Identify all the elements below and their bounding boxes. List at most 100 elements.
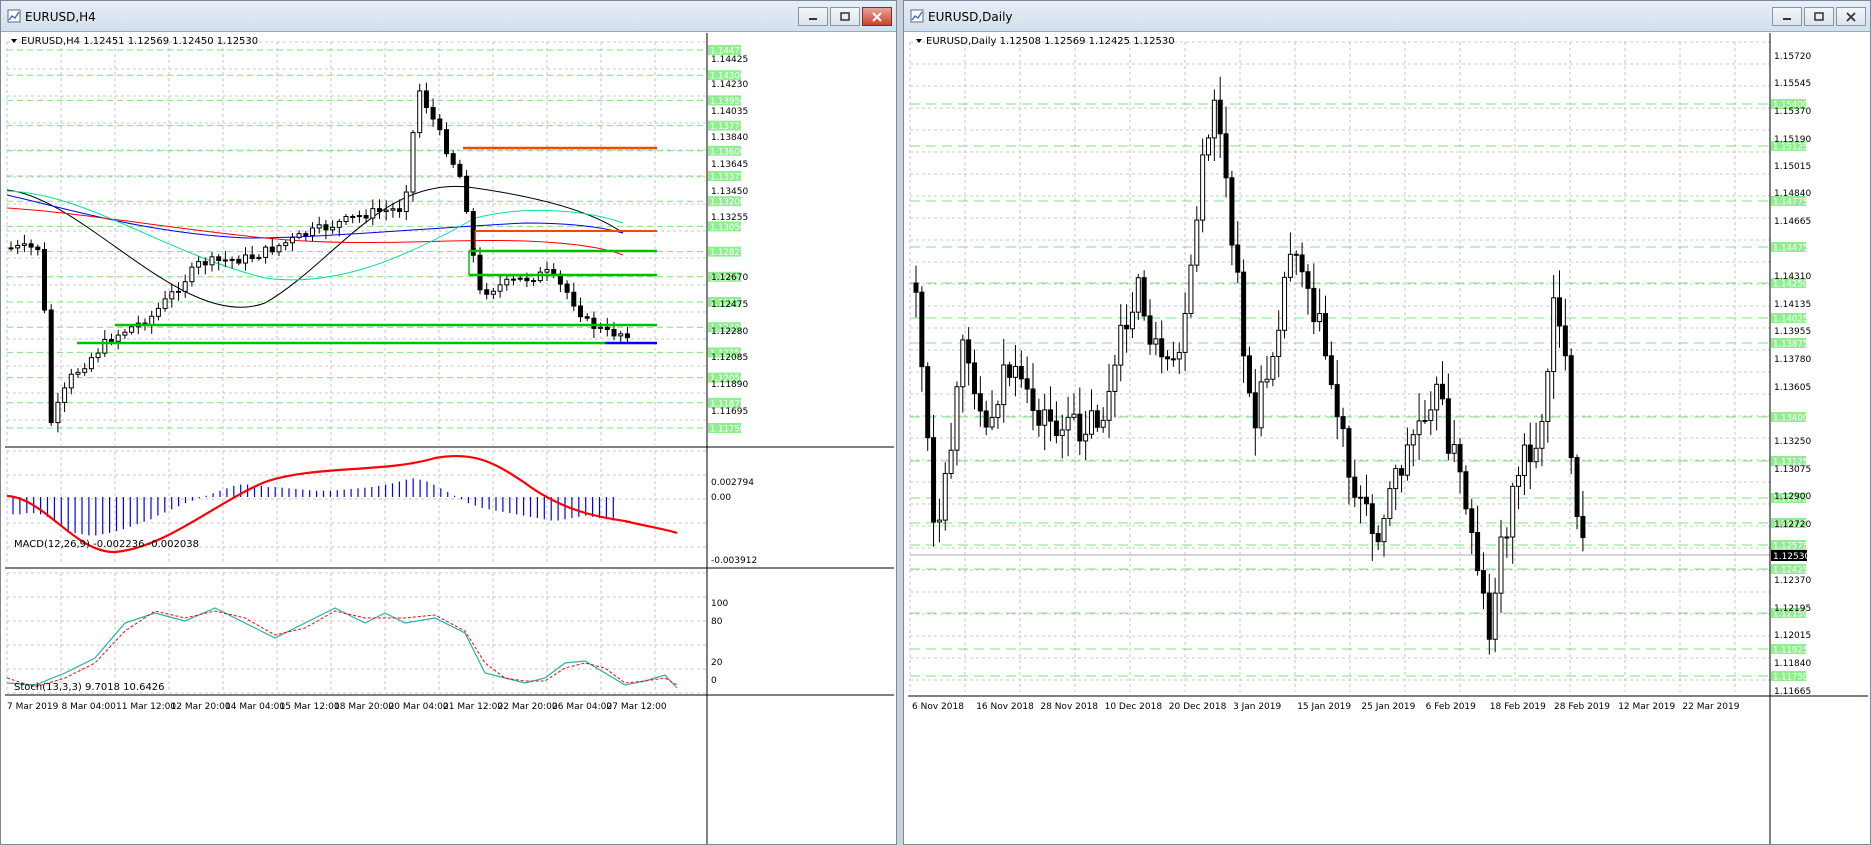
candle-body bbox=[249, 254, 255, 260]
level-label: 1.13050 bbox=[710, 223, 745, 233]
candle-body bbox=[936, 519, 942, 523]
price-tick: 1.13840 bbox=[711, 133, 748, 143]
candle-body bbox=[1065, 416, 1071, 431]
price-tick: 1.12280 bbox=[711, 327, 748, 337]
candle-body bbox=[919, 291, 925, 368]
stoch-tick: 20 bbox=[711, 658, 723, 668]
title-bar[interactable]: EURUSD,Daily bbox=[904, 1, 1870, 32]
candle-body bbox=[1012, 365, 1018, 378]
candle-body bbox=[598, 326, 604, 329]
stoch-info-label: Stoch(13,3,3) 9.7018 10.6426 bbox=[14, 682, 165, 693]
candle-body bbox=[1527, 444, 1533, 463]
candle-body bbox=[1124, 324, 1130, 330]
candle-body bbox=[1182, 312, 1188, 353]
minimize-icon bbox=[809, 17, 817, 20]
candle-body bbox=[1229, 177, 1235, 246]
candle-body bbox=[524, 277, 530, 282]
triangle-down-icon[interactable] bbox=[916, 39, 922, 43]
candle-body bbox=[162, 298, 168, 309]
candle-body bbox=[1510, 485, 1516, 538]
level-label: 1.13400 bbox=[1773, 414, 1808, 424]
candle-body bbox=[1159, 338, 1165, 358]
candle-body bbox=[296, 233, 302, 238]
candle-body bbox=[931, 437, 937, 523]
candle-body bbox=[129, 326, 135, 333]
candle-body bbox=[611, 328, 617, 337]
candle-body bbox=[624, 333, 630, 339]
time-label: 22 Mar 20:00 bbox=[498, 702, 558, 712]
candle-body bbox=[82, 368, 88, 373]
daily-chart-area[interactable]: 1.154001.151251.147751.144751.142501.140… bbox=[908, 33, 1868, 845]
minimize-button[interactable] bbox=[798, 7, 828, 26]
time-label: 18 Feb 2019 bbox=[1490, 702, 1546, 712]
close-button[interactable] bbox=[1836, 7, 1866, 26]
price-tick: 1.11695 bbox=[711, 407, 748, 417]
candle-body bbox=[551, 268, 557, 275]
current-price-label: 1.12530 bbox=[1773, 552, 1810, 562]
candle-body bbox=[363, 215, 369, 219]
candle-body bbox=[960, 339, 966, 388]
candle-body bbox=[1358, 496, 1364, 499]
candle-body bbox=[942, 473, 948, 521]
time-label: 20 Dec 2018 bbox=[1169, 702, 1227, 712]
chart-window-daily[interactable]: EURUSD,Daily 1.15400 1.15125 1.14775 1.1447… bbox=[903, 0, 1871, 845]
time-label: 15 Mar 12:00 bbox=[280, 702, 340, 712]
candle-body bbox=[954, 386, 960, 451]
candle-body bbox=[75, 371, 81, 375]
candle-body bbox=[972, 362, 977, 395]
candle-body bbox=[1533, 447, 1539, 463]
time-label: 10 Dec 2018 bbox=[1105, 702, 1163, 712]
candle-body bbox=[15, 244, 21, 249]
candle-body bbox=[1369, 503, 1375, 535]
candle-body bbox=[48, 309, 54, 424]
candle-body bbox=[1024, 378, 1030, 390]
candle-body bbox=[1194, 219, 1200, 266]
level-label: 1.11750 bbox=[710, 425, 745, 435]
maximize-button[interactable] bbox=[1804, 7, 1834, 26]
price-tick: 1.12900 bbox=[1774, 492, 1811, 502]
candle-body bbox=[1118, 324, 1124, 366]
candle-body bbox=[122, 331, 128, 336]
candle-body bbox=[115, 334, 121, 342]
candle-body bbox=[1007, 364, 1013, 378]
time-label: 21 Mar 12:00 bbox=[443, 702, 503, 712]
candle-body bbox=[1200, 154, 1206, 221]
macd-tick: 0.002794 bbox=[711, 478, 754, 488]
minimize-button[interactable] bbox=[1772, 7, 1802, 26]
candle-body bbox=[1492, 592, 1498, 640]
candle-body bbox=[1480, 570, 1486, 594]
chart-window-icon bbox=[7, 9, 21, 23]
title-bar[interactable]: EURUSD,H4 bbox=[1, 1, 896, 32]
candle-body bbox=[397, 208, 403, 212]
candle-body bbox=[1574, 457, 1580, 517]
candle-body bbox=[1381, 518, 1387, 543]
horizontal-levels: 1.154001.151251.147751.144751.142501.140… bbox=[910, 99, 1810, 683]
candle-body bbox=[1475, 531, 1481, 572]
candle-body bbox=[571, 291, 577, 307]
time-label: 25 Jan 2019 bbox=[1361, 702, 1415, 712]
stoch-tick: 0 bbox=[711, 676, 717, 686]
candle-body bbox=[1211, 99, 1217, 139]
level-label: 1.12825 bbox=[710, 248, 745, 258]
macd-signal-line bbox=[6, 454, 678, 554]
level-label: 1.11925 bbox=[1773, 646, 1808, 656]
level-label: 1.13600 bbox=[710, 147, 745, 157]
close-button[interactable] bbox=[862, 7, 892, 26]
candle-body bbox=[102, 338, 108, 354]
price-tick: 1.13075 bbox=[1774, 465, 1811, 475]
price-tick: 1.13645 bbox=[711, 160, 748, 170]
candle-body bbox=[477, 254, 483, 291]
price-tick: 1.15720 bbox=[1774, 52, 1811, 62]
price-tick: 1.15015 bbox=[1774, 162, 1811, 172]
price-tick: 1.13605 bbox=[1774, 383, 1811, 393]
h4-chart-area[interactable]: 1.144751.143001.139501.137751.136001.133… bbox=[5, 33, 894, 845]
price-tick: 1.14840 bbox=[1774, 189, 1811, 199]
maximize-icon bbox=[1814, 11, 1824, 21]
chart-window-h4[interactable]: EURUSD,H4 1.14475 1.14300 1.13950 1.13775 1.… bbox=[0, 0, 897, 845]
candle-body bbox=[490, 290, 496, 295]
candle-body bbox=[229, 258, 235, 261]
maximize-button[interactable] bbox=[830, 7, 860, 26]
candle-body bbox=[925, 366, 931, 439]
triangle-down-icon[interactable] bbox=[11, 39, 17, 43]
time-label: 16 Nov 2018 bbox=[976, 702, 1034, 712]
